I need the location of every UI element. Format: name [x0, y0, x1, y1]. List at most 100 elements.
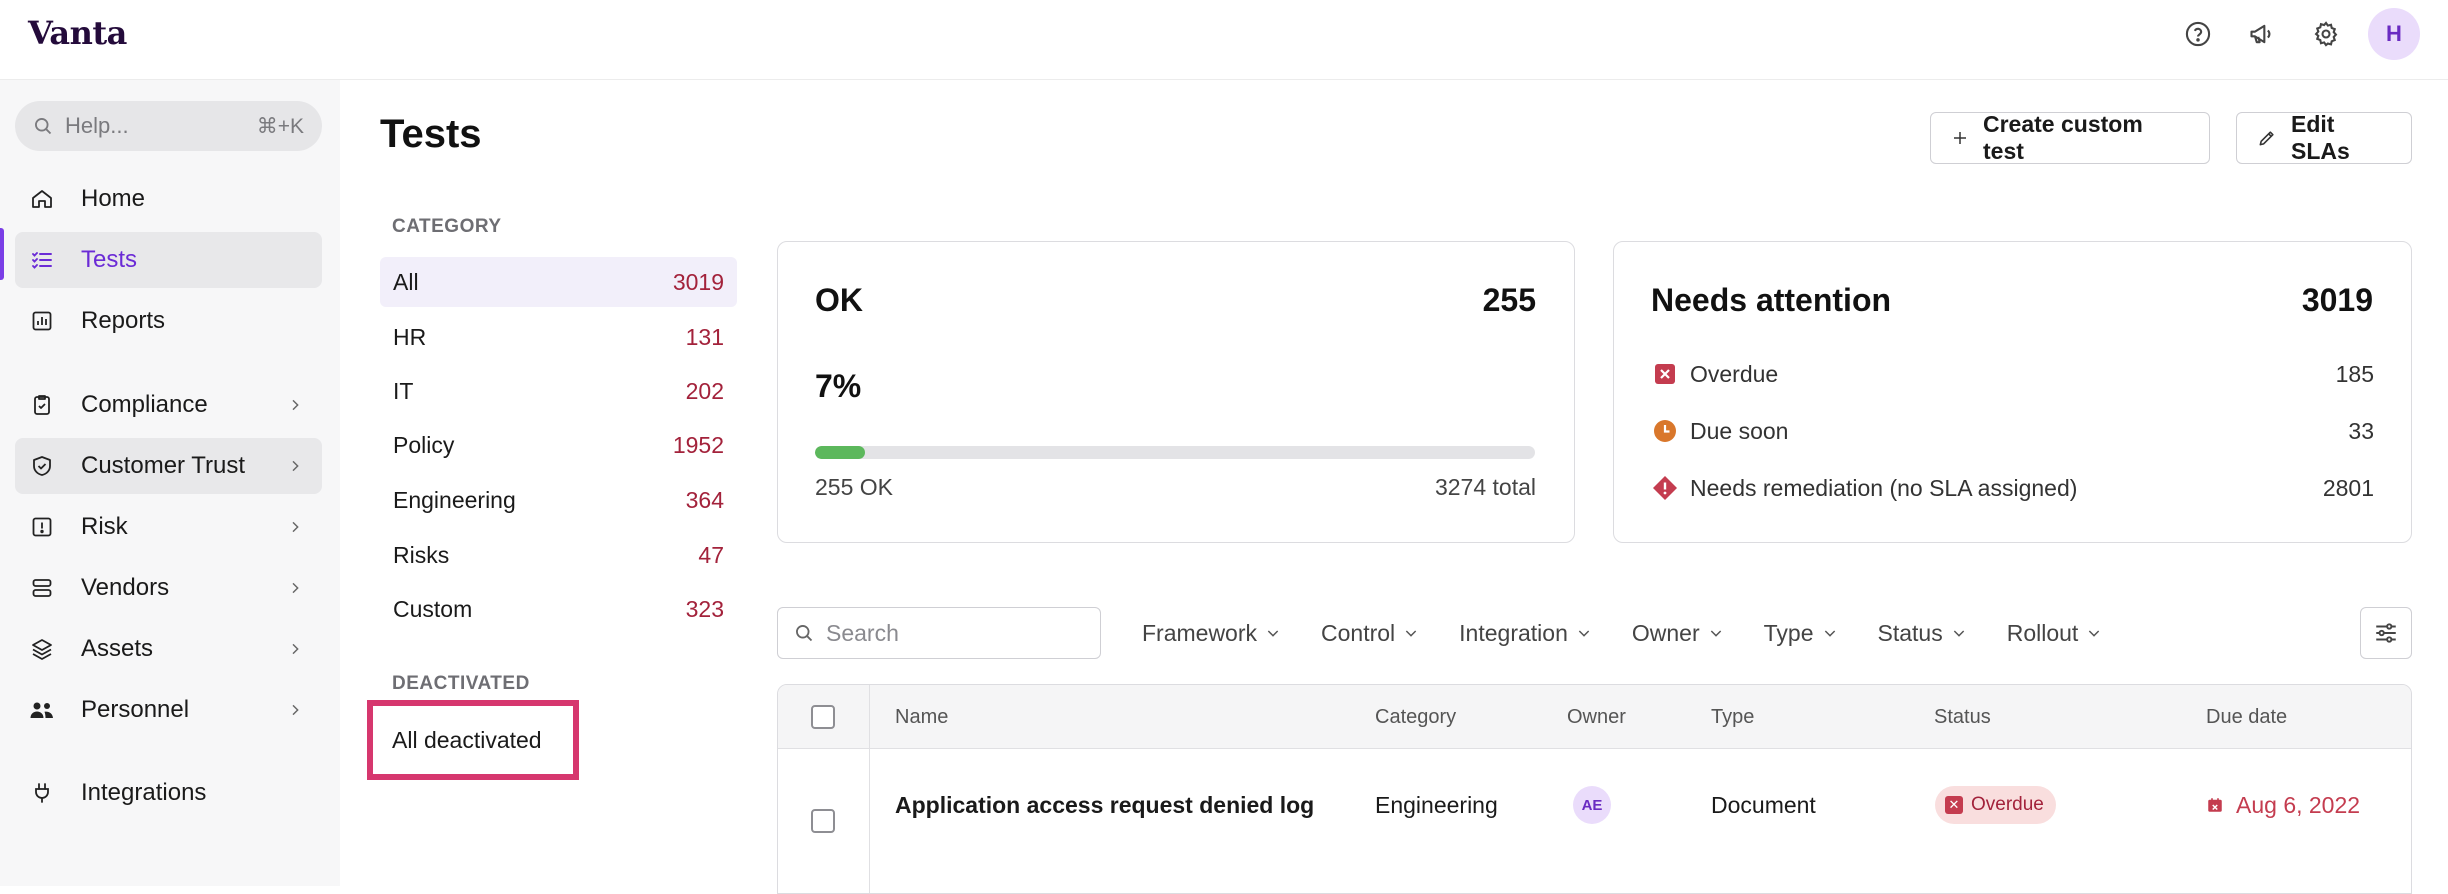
help-circle-icon[interactable] — [2176, 12, 2220, 56]
gear-icon[interactable] — [2304, 12, 2348, 56]
megaphone-icon[interactable] — [2240, 12, 2284, 56]
create-custom-test-button[interactable]: Create custom test — [1930, 111, 2210, 164]
layers-icon — [27, 634, 57, 664]
sidebar-item-reports[interactable]: Reports — [15, 293, 322, 349]
deactivated-header: DEACTIVATED — [392, 673, 530, 694]
overdue-row[interactable]: Overdue 185 — [1652, 354, 2374, 394]
category-label: IT — [393, 377, 414, 404]
active-indicator — [0, 228, 4, 280]
column-header-due-date[interactable]: Due date — [2206, 685, 2287, 749]
column-settings-button[interactable] — [2360, 607, 2412, 659]
category-label: Policy — [393, 431, 455, 458]
category-count: 323 — [685, 595, 724, 622]
filter-label: Type — [1763, 619, 1814, 646]
category-item-all[interactable]: All 3019 — [380, 257, 737, 307]
filter-type[interactable]: Type — [1764, 620, 1838, 647]
checklist-icon — [27, 245, 57, 275]
filter-owner[interactable]: Owner — [1632, 620, 1724, 647]
test-name-cell[interactable]: Application access request denied log — [895, 785, 1314, 825]
column-header-name[interactable]: Name — [895, 685, 948, 749]
filter-integration[interactable]: Integration — [1459, 620, 1592, 647]
clock-icon — [1652, 418, 1678, 444]
sidebar-item-assets[interactable]: Assets — [15, 621, 322, 677]
sidebar-item-home[interactable]: Home — [15, 171, 322, 227]
needs-remediation-row[interactable]: Needs remediation (no SLA assigned) 2801 — [1652, 468, 2374, 508]
overdue-x-icon: ✕ — [1945, 796, 1963, 814]
category-item-custom[interactable]: Custom 323 — [380, 584, 737, 634]
column-header-type[interactable]: Type — [1711, 685, 1754, 749]
test-due-date-cell: Aug 6, 2022 — [2206, 785, 2360, 825]
chevron-right-icon — [280, 390, 310, 420]
top-icons: H — [2176, 8, 2420, 60]
category-count: 3019 — [672, 268, 724, 295]
test-owner-cell: AE — [1573, 785, 1611, 825]
due-soon-row[interactable]: Due soon 33 — [1652, 411, 2374, 451]
category-count: 47 — [698, 541, 724, 568]
pencil-icon — [2257, 128, 2277, 148]
alert-square-icon — [27, 512, 57, 542]
chevron-down-icon — [1405, 630, 1417, 637]
user-avatar[interactable]: H — [2368, 8, 2420, 60]
category-item-all-deactivated[interactable]: All deactivated — [367, 700, 579, 780]
sidebar-item-label: Assets — [81, 635, 154, 662]
needs-remediation-value: 2801 — [2322, 474, 2374, 501]
sidebar-item-personnel[interactable]: Personnel — [15, 682, 322, 738]
search-icon — [796, 625, 813, 642]
chevron-down-icon — [2089, 630, 2100, 637]
sidebar-item-label: Customer Trust — [81, 452, 246, 479]
deactivated-label: All deactivated — [392, 726, 542, 753]
sidebar-item-vendors[interactable]: Vendors — [15, 560, 322, 616]
category-item-policy[interactable]: Policy 1952 — [380, 420, 737, 470]
filter-label: Owner — [1631, 619, 1700, 646]
edit-slas-button[interactable]: Edit SLAs — [2236, 111, 2412, 164]
category-label: All — [393, 268, 419, 295]
tests-search-input[interactable]: Search — [777, 607, 1101, 659]
sidebar-item-customer-trust[interactable]: Customer Trust — [15, 438, 322, 494]
filter-control[interactable]: Control — [1321, 620, 1419, 647]
category-count: 131 — [685, 323, 724, 350]
filter-label: Framework — [1142, 619, 1258, 646]
filter-bar: Framework Control Integration Owner Type… — [1142, 607, 2142, 659]
edit-slas-label: Edit SLAs — [2291, 111, 2350, 164]
chevron-down-icon — [1953, 630, 1964, 637]
vanta-logo[interactable]: Vanta — [28, 14, 127, 52]
test-status-cell: ✕ Overdue — [1935, 785, 2056, 825]
column-header-owner[interactable]: Owner — [1567, 685, 1626, 749]
sidebar-item-label: Personnel — [81, 696, 190, 723]
category-count: 202 — [685, 377, 724, 404]
ok-card-title: OK — [815, 282, 863, 318]
sidebar-item-label: Reports — [81, 307, 166, 334]
home-icon — [27, 184, 57, 214]
overdue-x-icon — [1652, 361, 1678, 387]
page-title: Tests — [380, 112, 482, 156]
plus-icon — [1951, 129, 1969, 147]
sidebar-item-integrations[interactable]: Integrations — [15, 765, 322, 821]
category-item-it[interactable]: IT 202 — [380, 366, 737, 416]
sidebar-item-compliance[interactable]: Compliance — [15, 377, 322, 433]
tests-search-placeholder: Search — [826, 619, 899, 646]
checkbox-column — [778, 685, 870, 893]
column-header-status[interactable]: Status — [1934, 685, 1991, 749]
sidebar-item-risk[interactable]: Risk — [15, 499, 322, 555]
category-item-risks[interactable]: Risks 47 — [380, 530, 737, 580]
overdue-value: 185 — [2335, 360, 2374, 387]
sidebar-item-tests[interactable]: Tests — [15, 232, 322, 288]
category-item-hr[interactable]: HR 131 — [380, 312, 737, 362]
category-item-engineering[interactable]: Engineering 364 — [380, 475, 737, 525]
filter-label: Status — [1877, 619, 1943, 646]
row-checkbox[interactable] — [811, 809, 835, 833]
select-all-checkbox[interactable] — [811, 705, 835, 729]
due-soon-label: Due soon — [1690, 417, 1789, 444]
sidebar-item-label: Compliance — [81, 391, 208, 418]
sidebar-item-label: Home — [81, 185, 146, 212]
database-icon — [27, 573, 57, 603]
owner-avatar[interactable]: AE — [1573, 786, 1611, 824]
test-category-cell: Engineering — [1375, 791, 1498, 818]
create-custom-test-label: Create custom test — [1983, 111, 2143, 164]
ok-progress-label: 255 OK — [815, 474, 893, 500]
help-search-input[interactable]: Help... ⌘+K — [15, 101, 322, 151]
filter-rollout[interactable]: Rollout — [2007, 620, 2103, 647]
filter-framework[interactable]: Framework — [1142, 620, 1281, 647]
filter-status[interactable]: Status — [1878, 620, 1967, 647]
column-header-category[interactable]: Category — [1375, 685, 1456, 749]
